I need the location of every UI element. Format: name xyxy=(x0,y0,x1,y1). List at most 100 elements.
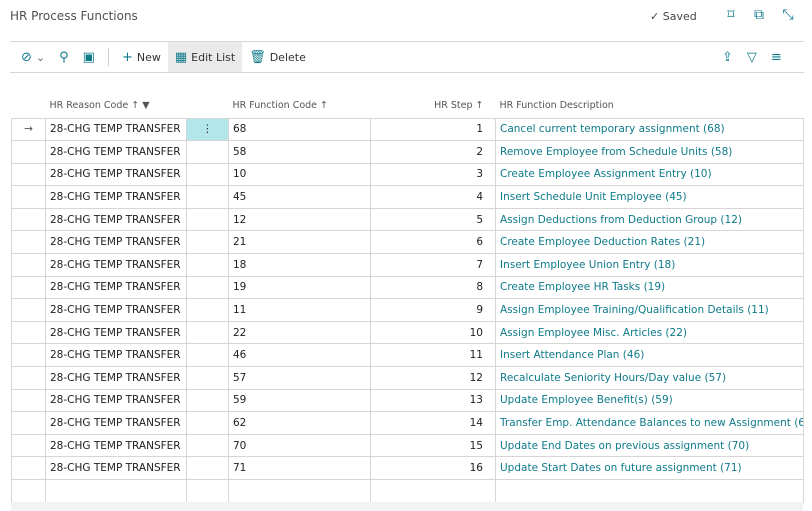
empty-cell[interactable] xyxy=(45,479,187,503)
description-link[interactable]: Update Employee Benefit(s) (59) xyxy=(495,388,804,413)
reason-code-cell[interactable]: 28-CHG TEMP TRANSFER xyxy=(45,388,187,413)
table-row[interactable]: 28-CHG TEMP TRANSFER 57 12 Recalculate S… xyxy=(11,366,804,390)
search-button[interactable]: ⚲ xyxy=(52,42,76,72)
header-step[interactable]: HR Step ↑ xyxy=(371,94,496,118)
delete-button[interactable]: 🗑︎ Delete xyxy=(242,42,313,72)
row-selector[interactable] xyxy=(11,230,46,255)
function-code-cell[interactable]: 58 xyxy=(228,140,371,164)
description-link[interactable]: Insert Attendance Plan (46) xyxy=(495,343,804,368)
description-link[interactable]: Create Employee HR Tasks (19) xyxy=(495,275,804,300)
description-link[interactable]: Insert Schedule Unit Employee (45) xyxy=(495,185,804,209)
reason-code-cell[interactable]: 28-CHG TEMP TRANSFER xyxy=(45,411,187,435)
reason-code-cell[interactable]: 28-CHG TEMP TRANSFER xyxy=(45,162,187,187)
step-cell[interactable]: 2 xyxy=(370,140,496,164)
function-code-cell[interactable]: 22 xyxy=(228,320,371,345)
reason-code-cell[interactable]: 28-CHG TEMP TRANSFER xyxy=(45,140,187,164)
description-link[interactable]: Assign Employee Training/Qualification D… xyxy=(495,298,804,322)
table-row[interactable]: 28-CHG TEMP TRANSFER 62 14 Transfer Emp.… xyxy=(11,411,804,435)
table-row[interactable]: 28-CHG TEMP TRANSFER 12 5 Assign Deducti… xyxy=(11,207,804,232)
function-code-cell[interactable]: 11 xyxy=(228,298,371,322)
filter-button[interactable]: ▽ xyxy=(740,42,764,72)
description-link[interactable]: Transfer Emp. Attendance Balances to new… xyxy=(495,411,804,435)
current-row-arrow-icon[interactable]: → xyxy=(11,117,46,142)
empty-cell[interactable] xyxy=(495,479,804,503)
step-cell[interactable]: 7 xyxy=(370,253,496,277)
row-selector[interactable] xyxy=(11,298,46,322)
table-row[interactable]: 28-CHG TEMP TRANSFER 10 3 Create Employe… xyxy=(11,162,804,187)
reason-code-cell[interactable]: 28-CHG TEMP TRANSFER xyxy=(45,117,187,142)
function-code-cell[interactable]: 59 xyxy=(228,388,371,413)
header-reason-code[interactable]: HR Reason Code ↑ ▼ xyxy=(46,94,187,118)
row-selector[interactable] xyxy=(11,343,46,368)
table-row[interactable]: 28-CHG TEMP TRANSFER 70 15 Update End Da… xyxy=(11,433,804,458)
function-code-cell[interactable]: 46 xyxy=(228,343,371,368)
row-selector[interactable] xyxy=(11,456,46,480)
actions-menu-button[interactable]: ⊘ ⌄ xyxy=(14,42,52,72)
function-code-cell[interactable]: 70 xyxy=(228,433,371,458)
bookmark-icon[interactable]: ⌑ xyxy=(723,7,739,23)
open-new-window-icon[interactable]: ⧉ xyxy=(751,7,767,23)
header-description[interactable]: HR Function Description xyxy=(496,94,804,118)
row-menu-button[interactable] xyxy=(186,456,229,480)
row-selector[interactable] xyxy=(11,207,46,232)
row-menu-button[interactable] xyxy=(186,298,229,322)
empty-new-row[interactable] xyxy=(11,479,804,503)
reason-code-cell[interactable]: 28-CHG TEMP TRANSFER xyxy=(45,298,187,322)
table-row[interactable]: 28-CHG TEMP TRANSFER 71 16 Update Start … xyxy=(11,456,804,480)
row-menu-button[interactable] xyxy=(186,366,229,390)
table-row[interactable]: 28-CHG TEMP TRANSFER 21 6 Create Employe… xyxy=(11,230,804,255)
function-code-cell[interactable]: 19 xyxy=(228,275,371,300)
table-row[interactable]: 28-CHG TEMP TRANSFER 19 8 Create Employe… xyxy=(11,275,804,300)
row-selector[interactable] xyxy=(11,366,46,390)
description-link[interactable]: Assign Employee Misc. Articles (22) xyxy=(495,320,804,345)
row-menu-button[interactable] xyxy=(186,207,229,232)
description-link[interactable]: Create Employee Deduction Rates (21) xyxy=(495,230,804,255)
step-cell[interactable]: 16 xyxy=(370,456,496,480)
description-link[interactable]: Update End Dates on previous assignment … xyxy=(495,433,804,458)
step-cell[interactable]: 5 xyxy=(370,207,496,232)
row-menu-button[interactable] xyxy=(186,275,229,300)
row-menu-button[interactable] xyxy=(186,162,229,187)
description-link[interactable]: Assign Deductions from Deduction Group (… xyxy=(495,207,804,232)
reason-code-cell[interactable]: 28-CHG TEMP TRANSFER xyxy=(45,230,187,255)
reason-code-cell[interactable]: 28-CHG TEMP TRANSFER xyxy=(45,320,187,345)
function-code-cell[interactable]: 57 xyxy=(228,366,371,390)
row-menu-button[interactable] xyxy=(186,411,229,435)
reason-code-cell[interactable]: 28-CHG TEMP TRANSFER xyxy=(45,433,187,458)
row-menu-button[interactable] xyxy=(186,433,229,458)
empty-cell[interactable] xyxy=(228,479,371,503)
step-cell[interactable]: 13 xyxy=(370,388,496,413)
step-cell[interactable]: 8 xyxy=(370,275,496,300)
reason-code-cell[interactable]: 28-CHG TEMP TRANSFER xyxy=(45,343,187,368)
step-cell[interactable]: 11 xyxy=(370,343,496,368)
row-menu-button[interactable] xyxy=(186,343,229,368)
view-button[interactable]: ▣ xyxy=(76,42,102,72)
description-link[interactable]: Update Start Dates on future assignment … xyxy=(495,456,804,480)
new-button[interactable]: + New xyxy=(115,42,168,72)
reason-code-cell[interactable]: 28-CHG TEMP TRANSFER xyxy=(45,253,187,277)
row-selector[interactable] xyxy=(11,411,46,435)
table-row[interactable]: 28-CHG TEMP TRANSFER 58 2 Remove Employe… xyxy=(11,140,804,164)
step-cell[interactable]: 3 xyxy=(370,162,496,187)
row-menu-button[interactable]: ⋮ xyxy=(186,117,229,142)
table-row[interactable]: 28-CHG TEMP TRANSFER 59 13 Update Employ… xyxy=(11,388,804,413)
share-button[interactable]: ⇪ xyxy=(715,42,740,72)
description-link[interactable]: Recalculate Seniority Hours/Day value (5… xyxy=(495,366,804,390)
reason-code-cell[interactable]: 28-CHG TEMP TRANSFER xyxy=(45,275,187,300)
table-row[interactable]: 28-CHG TEMP TRANSFER 45 4 Insert Schedul… xyxy=(11,185,804,209)
step-cell[interactable]: 14 xyxy=(370,411,496,435)
description-link[interactable]: Create Employee Assignment Entry (10) xyxy=(495,162,804,187)
function-code-cell[interactable]: 12 xyxy=(228,207,371,232)
description-link[interactable]: Cancel current temporary assignment (68) xyxy=(495,117,804,142)
row-menu-button[interactable] xyxy=(186,320,229,345)
step-cell[interactable]: 15 xyxy=(370,433,496,458)
row-selector[interactable] xyxy=(11,185,46,209)
table-row[interactable]: → 28-CHG TEMP TRANSFER ⋮ 68 1 Cancel cur… xyxy=(11,117,804,142)
function-code-cell[interactable]: 71 xyxy=(228,456,371,480)
row-menu-button[interactable] xyxy=(186,388,229,413)
reason-code-cell[interactable]: 28-CHG TEMP TRANSFER xyxy=(45,366,187,390)
description-link[interactable]: Remove Employee from Schedule Units (58) xyxy=(495,140,804,164)
function-code-cell[interactable]: 62 xyxy=(228,411,371,435)
row-selector[interactable] xyxy=(11,388,46,413)
empty-cell[interactable] xyxy=(370,479,496,503)
